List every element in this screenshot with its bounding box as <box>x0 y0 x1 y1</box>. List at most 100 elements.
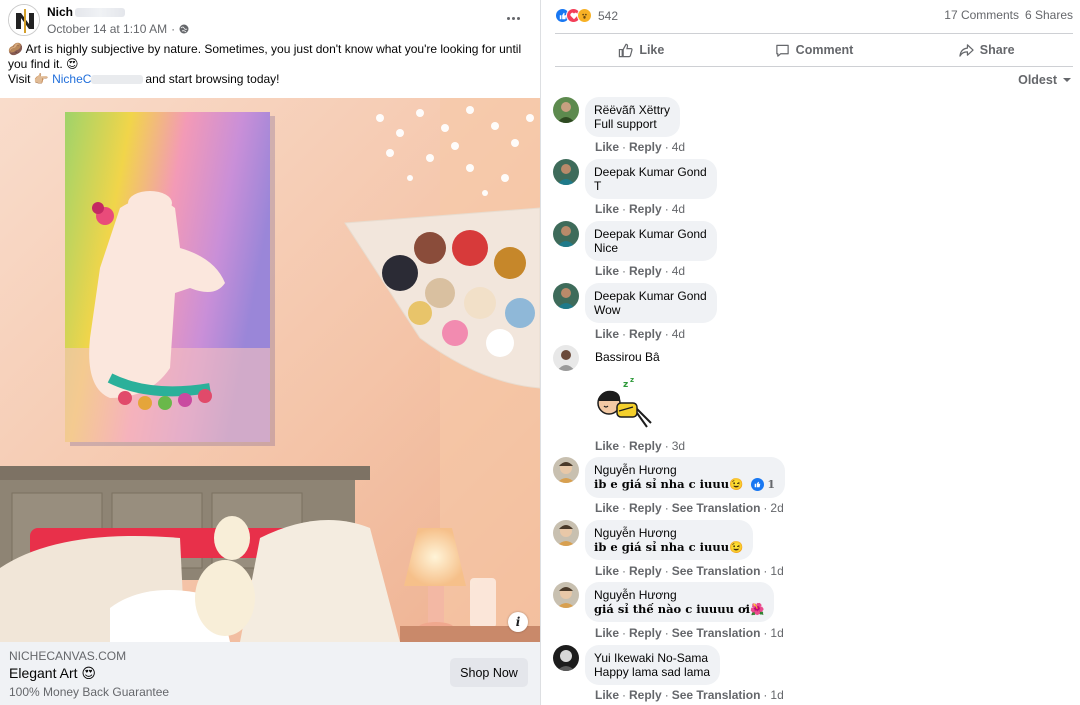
avatar[interactable] <box>553 283 579 309</box>
commenter-name[interactable]: Yui Ikewaki No-Sama <box>594 651 710 665</box>
comment-actions: Like · Reply · 4d <box>595 327 686 341</box>
comment-bubble: Yui Ikewaki No-Sama Happy lama sad lama <box>585 645 721 685</box>
commenter-name[interactable]: Bassirou Bâ <box>595 350 660 364</box>
page-name[interactable]: Nich <box>47 5 126 19</box>
comment-bubble: Nguyễn Hương ib e giá sỉ nha c iuuu😉 1 <box>585 457 786 498</box>
comment-actions: Like · Reply · 3d <box>595 439 686 453</box>
comment-like-link[interactable]: Like <box>595 626 619 640</box>
comment-time[interactable]: 4d <box>672 202 685 216</box>
comment-reply-link[interactable]: Reply <box>629 439 662 453</box>
engagement-panel: 542 17 Comments 6 Shares Like Comment Sh… <box>542 0 1080 705</box>
comment-reply-link[interactable]: Reply <box>629 327 662 341</box>
page-name-text[interactable]: Nich <box>47 5 73 19</box>
comment-time[interactable]: 4d <box>672 264 685 278</box>
commenter-name[interactable]: Deepak Kumar Gond <box>594 289 707 303</box>
comment-time[interactable]: 1d <box>770 564 783 578</box>
reactions-summary[interactable]: 542 <box>555 8 618 23</box>
comment-reaction-badge[interactable]: 1 <box>751 478 775 492</box>
see-translation-link[interactable]: See Translation <box>672 501 761 515</box>
share-button[interactable]: Share <box>900 36 1073 64</box>
comment-reply-link[interactable]: Reply <box>629 688 662 702</box>
commenter-name[interactable]: Nguyễn Hương <box>594 526 743 540</box>
comment-time[interactable]: 1d <box>770 626 783 640</box>
avatar[interactable] <box>553 345 579 371</box>
comment-sort-dropdown[interactable]: Oldest <box>1018 73 1072 87</box>
cta-subtitle: 100% Money Back Guarantee <box>9 685 170 699</box>
comment-bubble: Deepak Kumar Gond Wow <box>585 283 717 323</box>
comment-time[interactable]: 4d <box>672 140 685 154</box>
commenter-name[interactable]: Nguyễn Hương <box>594 588 764 602</box>
post-link[interactable]: NicheC <box>52 72 91 86</box>
comment-time[interactable]: 4d <box>672 327 685 341</box>
svg-text:z: z <box>630 376 634 384</box>
comment-reply-link[interactable]: Reply <box>629 564 662 578</box>
like-button[interactable]: Like <box>555 36 728 64</box>
avatar[interactable] <box>553 159 579 185</box>
see-translation-link[interactable]: See Translation <box>672 688 761 702</box>
comment-time[interactable]: 1d <box>770 688 783 702</box>
comment-time[interactable]: 2d <box>770 501 783 515</box>
like-label: Like <box>639 43 665 57</box>
comment-reply-link[interactable]: Reply <box>629 202 662 216</box>
avatar[interactable] <box>553 520 579 546</box>
share-icon <box>959 43 974 57</box>
comment-bubble: Nguyễn Hương giá sỉ thế nào c iuuuu ơi🌺 <box>585 582 775 622</box>
post-text-line: 🥔 Art is highly subjective by nature. So… <box>8 42 522 56</box>
comment-reply-link[interactable]: Reply <box>629 501 662 515</box>
comment-like-link[interactable]: Like <box>595 501 619 515</box>
commenter-name[interactable]: Rëëvãñ Xëttry <box>594 103 670 117</box>
comment-like-link[interactable]: Like <box>595 264 619 278</box>
comment-like-link[interactable]: Like <box>595 439 619 453</box>
comment-label: Comment <box>795 43 854 57</box>
ad-image[interactable]: i <box>0 98 540 642</box>
post-meta: October 14 at 1:10 AM · <box>47 22 189 36</box>
post-timestamp[interactable]: October 14 at 1:10 AM <box>47 22 167 36</box>
comment-reply-link[interactable]: Reply <box>629 626 662 640</box>
comment-actions: Like · Reply · 4d <box>595 140 686 154</box>
comment-like-link[interactable]: Like <box>595 140 619 154</box>
comment-actions: Like · Reply · See Translation · 1d <box>595 626 784 640</box>
see-translation-link[interactable]: See Translation <box>672 626 761 640</box>
see-translation-link[interactable]: See Translation <box>672 564 761 578</box>
comment-text: ib e giá sỉ nha c iuuu😉 1 <box>594 477 775 492</box>
visit-suffix: and start browsing today! <box>145 72 280 86</box>
ad-post: Nich October 14 at 1:10 AM · 🥔 Art is hi… <box>0 0 541 705</box>
comment-reply-link[interactable]: Reply <box>629 140 662 154</box>
commenter-name[interactable]: Nguyễn Hương <box>594 463 775 477</box>
sort-label: Oldest <box>1018 73 1057 87</box>
avatar[interactable] <box>553 97 579 123</box>
comment-like-link[interactable]: Like <box>595 327 619 341</box>
sleeping-kid-sticker[interactable]: z z <box>593 375 657 435</box>
comment-actions: Like · Reply · 4d <box>595 202 686 216</box>
comment-time[interactable]: 3d <box>672 439 685 453</box>
chevron-down-icon <box>1063 78 1071 82</box>
comment-like-link[interactable]: Like <box>595 202 619 216</box>
comment-bubble: Deepak Kumar Gond T <box>585 159 717 199</box>
avatar[interactable] <box>553 645 579 671</box>
page-avatar[interactable] <box>8 4 40 36</box>
info-icon[interactable]: i <box>508 612 528 632</box>
comment-text: ib e giá sỉ nha c iuuu😉 <box>594 540 744 554</box>
cta-title[interactable]: Elegant Art 😍 <box>9 665 96 682</box>
ad-cta-bar[interactable]: NICHECANVAS.COM Elegant Art 😍 100% Money… <box>0 642 540 705</box>
comment-text-content: ib e giá sỉ nha c iuuu😉 <box>594 477 744 491</box>
comment-text: Happy lama sad lama <box>594 665 711 679</box>
shares-count[interactable]: 6 Shares <box>1025 8 1073 22</box>
shop-now-button[interactable]: Shop Now <box>450 658 528 687</box>
like-reaction-icon <box>751 478 765 491</box>
comment-like-link[interactable]: Like <box>595 688 619 702</box>
divider <box>555 33 1073 34</box>
avatar[interactable] <box>553 457 579 483</box>
avatar[interactable] <box>553 582 579 608</box>
commenter-name[interactable]: Deepak Kumar Gond <box>594 227 707 241</box>
avatar[interactable] <box>553 221 579 247</box>
post-header: Nich October 14 at 1:10 AM · <box>8 4 533 40</box>
comment-like-link[interactable]: Like <box>595 564 619 578</box>
comments-count[interactable]: 17 Comments <box>944 8 1019 22</box>
comment-reply-link[interactable]: Reply <box>629 264 662 278</box>
reaction-count[interactable]: 542 <box>598 9 618 23</box>
more-options-icon[interactable] <box>503 10 523 26</box>
comment-button[interactable]: Comment <box>728 36 901 64</box>
comment-reaction-count: 1 <box>767 477 776 491</box>
commenter-name[interactable]: Deepak Kumar Gond <box>594 165 707 179</box>
